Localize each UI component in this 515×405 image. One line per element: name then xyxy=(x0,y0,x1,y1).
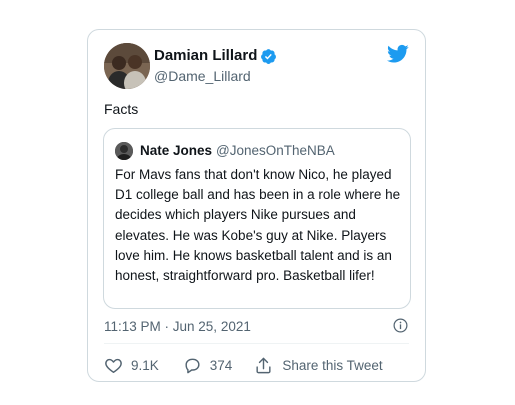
action-divider xyxy=(104,343,409,344)
author-handle[interactable]: @Dame_Lillard xyxy=(154,67,251,85)
author-name[interactable]: Damian Lillard xyxy=(154,47,257,65)
author-name-row[interactable]: Damian Lillard xyxy=(154,47,277,65)
share-label: Share this Tweet xyxy=(282,357,383,373)
quoted-author-row[interactable]: Nate Jones @JonesOnTheNBA xyxy=(140,143,335,159)
tweet-timestamp[interactable]: 11:13 PM · Jun 25, 2021 xyxy=(104,319,251,335)
author-avatar-image xyxy=(104,43,150,89)
quoted-tweet-text: For Mavs fans that don't know Nico, he p… xyxy=(115,167,401,284)
author-avatar[interactable] xyxy=(104,43,150,89)
quoted-avatar-image xyxy=(115,142,133,160)
quoted-author-handle[interactable]: @JonesOnTheNBA xyxy=(216,143,335,158)
reply-count: 374 xyxy=(209,357,233,373)
tweet-text: Facts xyxy=(104,101,139,117)
like-count: 9.1K xyxy=(131,357,159,373)
action-bar: 9.1K 374 Share this Tweet xyxy=(104,354,383,376)
quoted-author-avatar[interactable] xyxy=(115,142,133,160)
quoted-author-name[interactable]: Nate Jones xyxy=(140,143,212,158)
info-icon[interactable] xyxy=(393,318,408,333)
share-button[interactable]: Share this Tweet xyxy=(254,356,383,375)
tweet-card[interactable]: Damian Lillard @Dame_Lillard Facts Nate … xyxy=(87,29,426,382)
verified-badge-icon xyxy=(261,48,277,64)
twitter-bird-icon[interactable] xyxy=(387,44,409,64)
reply-button[interactable]: 374 xyxy=(183,356,233,375)
share-upload-icon xyxy=(256,357,271,373)
speech-bubble-icon xyxy=(185,358,200,373)
quoted-tweet[interactable]: Nate Jones @JonesOnTheNBA For Mavs fans t… xyxy=(103,128,411,309)
like-button[interactable]: 9.1K xyxy=(104,356,159,375)
heart-icon xyxy=(105,358,122,373)
